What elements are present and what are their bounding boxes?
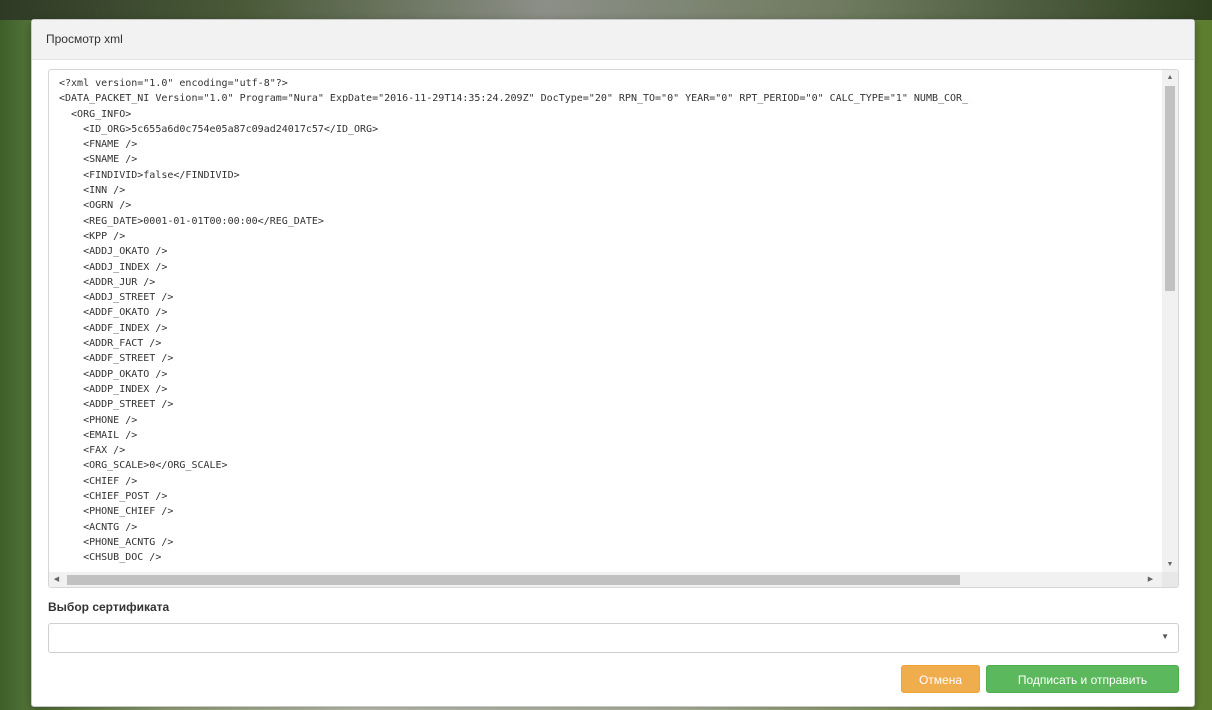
xml-content-viewport: <?xml version="1.0" encoding="utf-8"?> <… bbox=[59, 76, 1160, 571]
xml-line: <PHONE_ACNTG /> bbox=[59, 536, 174, 548]
xml-line: <FNAME /> bbox=[59, 139, 138, 151]
xml-content: <?xml version="1.0" encoding="utf-8"?> <… bbox=[59, 76, 1160, 566]
xml-line: <ORG_INFO> bbox=[59, 108, 132, 120]
xml-line: <PHONE /> bbox=[59, 414, 138, 426]
vertical-scroll-thumb[interactable] bbox=[1165, 86, 1175, 291]
scroll-right-icon[interactable]: ▶ bbox=[1143, 572, 1158, 587]
xml-line: <ADDF_OKATO /> bbox=[59, 307, 168, 319]
xml-line: <ADDJ_INDEX /> bbox=[59, 261, 168, 273]
xml-line: <INN /> bbox=[59, 185, 126, 197]
dialog-title: Просмотр xml bbox=[46, 32, 123, 46]
xml-line: <ADDJ_OKATO /> bbox=[59, 246, 168, 258]
xml-line: <ID_ORG>5c655a6d0c754e05a87c09ad24017c57… bbox=[59, 123, 379, 135]
xml-line: <ACNTG /> bbox=[59, 521, 138, 533]
xml-line: <PHONE_CHIEF /> bbox=[59, 506, 174, 518]
xml-line: <EMAIL /> bbox=[59, 429, 138, 441]
chevron-down-icon: ▼ bbox=[1161, 632, 1169, 641]
xml-line: <ADDF_INDEX /> bbox=[59, 322, 168, 334]
xml-line: <SNAME /> bbox=[59, 154, 138, 166]
xml-line: <ADDP_OKATO /> bbox=[59, 368, 168, 380]
xml-line: <ADDP_STREET /> bbox=[59, 399, 174, 411]
xml-line: <FINDIVID>false</FINDIVID> bbox=[59, 169, 240, 181]
xml-line: <KPP /> bbox=[59, 230, 126, 242]
background-photo-top bbox=[0, 0, 1212, 20]
xml-line: <ADDR_FACT /> bbox=[59, 338, 162, 350]
scroll-up-icon[interactable]: ▲ bbox=[1162, 70, 1178, 85]
sign-and-send-button[interactable]: Подписать и отправить bbox=[986, 665, 1179, 693]
xml-line: <OGRN /> bbox=[59, 200, 132, 212]
xml-line: <FAX /> bbox=[59, 445, 126, 457]
xml-line: <ADDF_STREET /> bbox=[59, 353, 174, 365]
xml-line: <ORG_SCALE>0</ORG_SCALE> bbox=[59, 460, 228, 472]
xml-line: <ADDJ_STREET /> bbox=[59, 292, 174, 304]
xml-textarea[interactable]: <?xml version="1.0" encoding="utf-8"?> <… bbox=[48, 69, 1179, 588]
xml-preview-dialog: Просмотр xml <?xml version="1.0" encodin… bbox=[31, 19, 1195, 707]
vertical-scrollbar[interactable]: ▲ ▼ bbox=[1162, 70, 1178, 572]
xml-line: <REG_DATE>0001-01-01T00:00:00</REG_DATE> bbox=[59, 215, 324, 227]
xml-line: <ADDR_JUR /> bbox=[59, 276, 156, 288]
xml-line: <CHIEF /> bbox=[59, 475, 138, 487]
xml-line: <ADDP_INDEX /> bbox=[59, 383, 168, 395]
xml-line: <?xml version="1.0" encoding="utf-8"?> bbox=[59, 78, 288, 89]
scroll-down-icon[interactable]: ▼ bbox=[1162, 557, 1178, 572]
horizontal-scroll-thumb[interactable] bbox=[67, 575, 960, 585]
certificate-label: Выбор сертификата bbox=[48, 600, 170, 614]
xml-line: <DATA_PACKET_NI Version="1.0" Program="N… bbox=[59, 93, 969, 105]
xml-line: <CHSUB_DOC /> bbox=[59, 552, 162, 564]
dialog-header: Просмотр xml bbox=[32, 20, 1194, 60]
certificate-select[interactable]: ▼ bbox=[48, 623, 1179, 653]
scrollbar-corner bbox=[1162, 572, 1178, 587]
cancel-button[interactable]: Отмена bbox=[901, 665, 980, 693]
xml-line: <CHIEF_POST /> bbox=[59, 491, 168, 503]
horizontal-scrollbar[interactable]: ◀ ▶ bbox=[49, 572, 1162, 587]
scroll-left-icon[interactable]: ◀ bbox=[49, 572, 64, 587]
